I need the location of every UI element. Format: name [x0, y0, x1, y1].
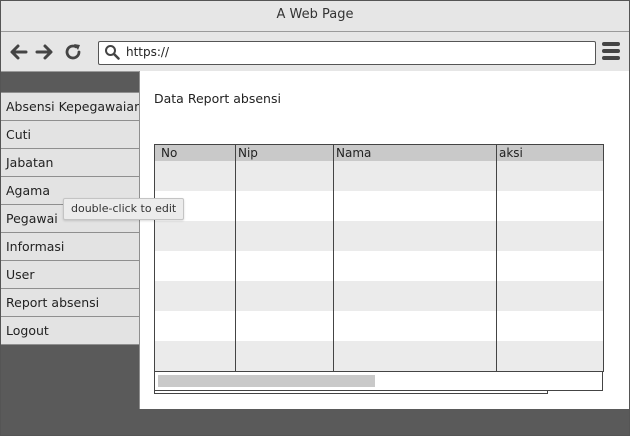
table-header: [155, 145, 603, 161]
table-row[interactable]: [155, 191, 603, 221]
report-table: No Nip Nama aksi: [154, 144, 604, 372]
sidebar-item-informasi[interactable]: Informasi: [1, 233, 139, 261]
address-bar[interactable]: https://: [98, 41, 596, 65]
table-row[interactable]: [155, 281, 603, 311]
search-icon: [105, 45, 120, 60]
back-arrow-icon[interactable]: [9, 42, 29, 62]
column-divider: [496, 145, 497, 371]
window-title: A Web Page: [276, 7, 354, 22]
main-content: Data Report absensi No Nip Nama aksi: [139, 71, 629, 409]
sidebar-item-logout[interactable]: Logout: [1, 317, 139, 345]
sidebar-item-jabatan[interactable]: Jabatan: [1, 149, 139, 177]
table-row[interactable]: [155, 161, 603, 191]
column-divider: [333, 145, 334, 371]
sidebar-item-user[interactable]: User: [1, 261, 139, 289]
column-header-nip[interactable]: Nip: [238, 145, 258, 161]
column-header-no[interactable]: No: [161, 145, 177, 161]
scrollbar-shadow: [154, 391, 548, 394]
sidebar-item-cuti[interactable]: Cuti: [1, 121, 139, 149]
title-bar: A Web Page: [1, 1, 629, 32]
reload-icon[interactable]: [63, 42, 83, 62]
column-divider: [235, 145, 236, 371]
table-row[interactable]: [155, 221, 603, 251]
table-row[interactable]: [155, 311, 603, 341]
forward-arrow-icon[interactable]: [34, 42, 54, 62]
table-row[interactable]: [155, 341, 603, 371]
edit-tooltip: double-click to edit: [63, 198, 185, 220]
horizontal-scrollbar[interactable]: [154, 371, 603, 391]
browser-window: A Web Page https:// Absensi Kepegawaian …: [0, 0, 630, 436]
column-header-aksi[interactable]: aksi: [499, 145, 523, 161]
sidebar-item-report-absensi[interactable]: Report absensi: [1, 289, 139, 317]
url-text: https://: [126, 45, 170, 59]
scrollbar-thumb[interactable]: [158, 375, 375, 387]
page-title: Data Report absensi: [154, 91, 281, 106]
column-header-nama[interactable]: Nama: [336, 145, 371, 161]
browser-toolbar: https://: [1, 32, 629, 72]
sidebar-item-absensi-kepegawaian[interactable]: Absensi Kepegawaian: [1, 92, 139, 121]
hamburger-menu-icon[interactable]: [602, 42, 620, 62]
table-row[interactable]: [155, 251, 603, 281]
